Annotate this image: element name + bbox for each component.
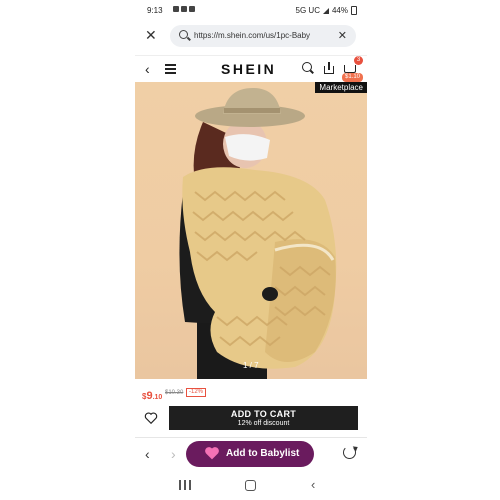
back-icon[interactable]: ‹ (145, 61, 150, 77)
product-image[interactable]: Marketplace 1 / 7 (135, 82, 367, 379)
recents-icon[interactable] (179, 480, 191, 490)
current-price: $9.10 (142, 386, 162, 404)
network-label: 5G UC (295, 6, 320, 15)
status-time: 9:13 (147, 6, 163, 15)
battery-icon (351, 6, 357, 15)
marketplace-tag: Marketplace (315, 82, 367, 93)
url-field[interactable]: https://m.shein.com/us/1pc-Baby ✕ (170, 25, 356, 47)
nav-back-icon[interactable]: ‹ (145, 446, 150, 462)
discount-badge: -12% (186, 388, 207, 397)
add-to-cart-button[interactable]: ADD TO CART 12% off discount (169, 406, 358, 430)
clear-url-icon[interactable]: ✕ (338, 29, 347, 42)
add-to-cart-sublabel: 12% off discount (237, 420, 290, 427)
add-to-babylist-button[interactable]: Add to Babylist (186, 441, 314, 467)
babylist-heart-icon (205, 447, 219, 460)
browser-url-bar: ✕ https://m.shein.com/us/1pc-Baby ✕ (135, 22, 367, 50)
notification-icons (173, 6, 195, 12)
price-decimal: .10 (152, 394, 163, 401)
image-counter: 1 / 7 (243, 361, 259, 370)
browser-nav-row: ‹ › Add to Babylist (135, 437, 367, 472)
status-right: 5G UC 44% (296, 6, 357, 15)
reload-icon[interactable] (343, 446, 356, 459)
cart-count-badge: 3 (354, 56, 363, 65)
site-logo[interactable]: SHEIN (221, 61, 276, 77)
search-icon (179, 30, 188, 39)
product-photo (179, 88, 337, 379)
buy-row: ADD TO CART 12% off discount (135, 405, 367, 433)
close-tab-icon[interactable]: ✕ (145, 28, 157, 42)
forward-icon[interactable]: › (171, 446, 176, 462)
babylist-label: Add to Babylist (226, 448, 300, 459)
cart-total-badge: $1.10 (342, 73, 364, 82)
signal-icon (322, 7, 329, 14)
system-back-icon[interactable]: ‹ (311, 477, 315, 492)
phone-screen: 9:13 5G UC 44% ✕ https://m.shein.com/us/… (135, 0, 367, 500)
menu-icon[interactable] (165, 64, 176, 74)
heart-icon[interactable] (144, 411, 158, 425)
site-header: ‹ SHEIN (135, 55, 367, 82)
share-icon[interactable] (323, 62, 335, 74)
url-text[interactable]: https://m.shein.com/us/1pc-Baby (194, 31, 329, 40)
status-bar: 9:13 5G UC 44% (135, 0, 367, 22)
battery-label: 44% (331, 6, 348, 15)
original-price: $10.30 (165, 390, 184, 396)
price-row: $9.10 $10.30 -12% (135, 384, 367, 402)
home-icon[interactable] (245, 480, 256, 491)
add-to-cart-label: ADD TO CART (230, 409, 297, 419)
system-nav-bar: ‹ (135, 475, 367, 497)
header-search-icon[interactable] (302, 62, 314, 74)
